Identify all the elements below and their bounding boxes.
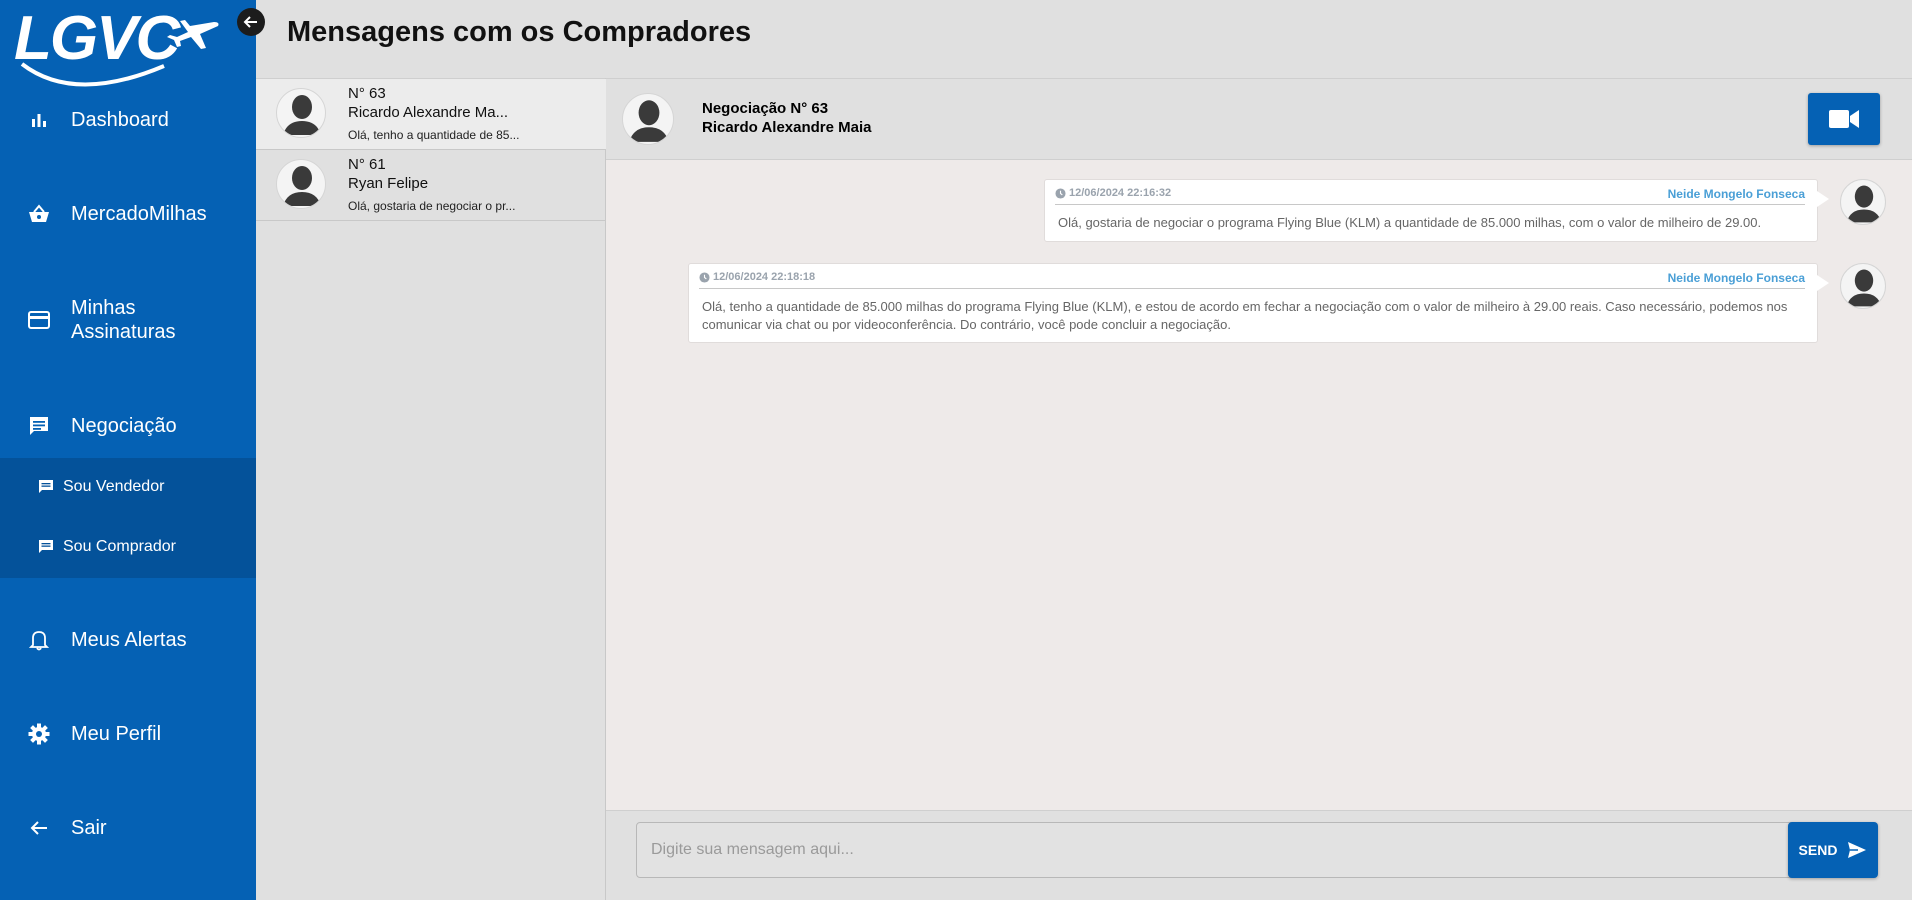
submenu-item-sou-comprador[interactable]: Sou Comprador [0, 538, 256, 556]
message-sender: Neide Mongelo Fonseca [1667, 187, 1805, 201]
negotiation-partner-name: Ricardo Alexandre Maia [702, 119, 872, 136]
submenu-item-label: Sou Comprador [63, 538, 176, 555]
message-timestamp: 12/06/2024 22:16:32 [1055, 187, 1171, 199]
conversation-number: N° 63 [348, 85, 386, 102]
send-icon [1847, 841, 1867, 859]
chat-icon [37, 538, 55, 556]
sidebar-item-dashboard[interactable]: Dashboard [0, 108, 256, 132]
sidebar-item-sair[interactable]: Sair [0, 816, 256, 840]
page-title: Mensagens com os Compradores [287, 16, 752, 48]
arrow-left-icon [243, 16, 257, 28]
sidebar-item-label: Meu Perfil [71, 723, 162, 745]
collapse-sidebar-button[interactable] [237, 8, 265, 36]
message-tail [1817, 191, 1829, 207]
sidebar-item-label: Dashboard [71, 109, 169, 131]
divider [1055, 204, 1805, 205]
avatar [622, 93, 674, 145]
negociacao-submenu: Sou Vendedor Sou Comprador [0, 458, 256, 578]
conversation-name: Ricardo Alexandre Ma... [348, 104, 509, 121]
arrow-left-icon [27, 816, 51, 840]
send-button[interactable]: SEND [1788, 822, 1878, 878]
message-composer: SEND [606, 810, 1912, 900]
logo-text: LGVC [14, 4, 180, 73]
conversation-list: N° 63 Ricardo Alexandre Ma... Olá, tenho… [256, 78, 606, 900]
sidebar-item-assinaturas[interactable]: Minhas Assinaturas [0, 296, 256, 344]
sidebar-item-mercadomilhas[interactable]: MercadoMilhas [0, 202, 256, 226]
sidebar-item-label: Sair [71, 817, 107, 839]
chat-icon [37, 478, 55, 496]
sidebar-item-label: Meus Alertas [71, 629, 187, 651]
message-input[interactable] [636, 822, 1796, 878]
credit-card-icon [27, 308, 51, 332]
conversation-preview: Olá, tenho a quantidade de 85... [348, 128, 520, 142]
conversation-item[interactable]: N° 63 Ricardo Alexandre Ma... Olá, tenho… [256, 79, 606, 150]
conversation-preview: Olá, gostaria de negociar o pr... [348, 199, 516, 213]
basket-icon [27, 202, 51, 226]
chat-header: Negociação N° 63 Ricardo Alexandre Maia [606, 79, 1912, 160]
clock-icon [1055, 187, 1066, 199]
submenu-item-sou-vendedor[interactable]: Sou Vendedor [0, 478, 256, 496]
timestamp-text: 12/06/2024 22:18:18 [713, 271, 816, 283]
conversation-name: Ryan Felipe [348, 175, 429, 192]
video-call-button[interactable] [1808, 93, 1880, 145]
sidebar-item-perfil[interactable]: Meu Perfil [0, 722, 256, 746]
avatar [276, 88, 326, 138]
divider [699, 288, 1805, 289]
bell-icon [27, 628, 51, 652]
avatar [276, 159, 326, 209]
sidebar-item-label: Negociação [71, 415, 177, 437]
sidebar-item-negociacao[interactable]: Negociação [0, 414, 256, 438]
sidebar-item-alertas[interactable]: Meus Alertas [0, 628, 256, 652]
send-button-label: SEND [1798, 842, 1838, 858]
sidebar: LGVC Dashboard MercadoMilhas Minhas Assi… [0, 0, 256, 900]
submenu-item-label: Sou Vendedor [63, 478, 165, 495]
conversation-number: N° 61 [348, 156, 386, 173]
logo: LGVC [14, 4, 220, 90]
clock-icon [699, 271, 710, 283]
message-sender: Neide Mongelo Fonseca [1667, 271, 1805, 285]
timestamp-text: 12/06/2024 22:16:32 [1069, 187, 1172, 199]
sidebar-item-label: Minhas Assinaturas [71, 297, 176, 343]
chat-icon [27, 414, 51, 438]
message-text: Olá, tenho a quantidade de 85.000 milhas… [702, 299, 1788, 332]
message-tail [1817, 275, 1829, 291]
negotiation-title: Negociação N° 63 [702, 100, 829, 117]
avatar [1840, 179, 1886, 225]
sidebar-item-label: MercadoMilhas [71, 203, 207, 225]
avatar [1840, 263, 1886, 309]
message-text: Olá, gostaria de negociar o programa Fly… [1058, 215, 1762, 230]
chat-message: 12/06/2024 22:16:32 Neide Mongelo Fonsec… [1044, 179, 1829, 242]
conversation-item[interactable]: N° 61 Ryan Felipe Olá, gostaria de negoc… [256, 150, 606, 221]
message-timestamp: 12/06/2024 22:18:18 [699, 271, 815, 283]
gear-icon [27, 722, 51, 746]
video-camera-icon [1829, 110, 1859, 128]
bar-chart-icon [27, 108, 51, 132]
chat-message: 12/06/2024 22:18:18 Neide Mongelo Fonsec… [688, 263, 1829, 343]
chat-panel: Negociação N° 63 Ricardo Alexandre Maia … [606, 78, 1912, 900]
